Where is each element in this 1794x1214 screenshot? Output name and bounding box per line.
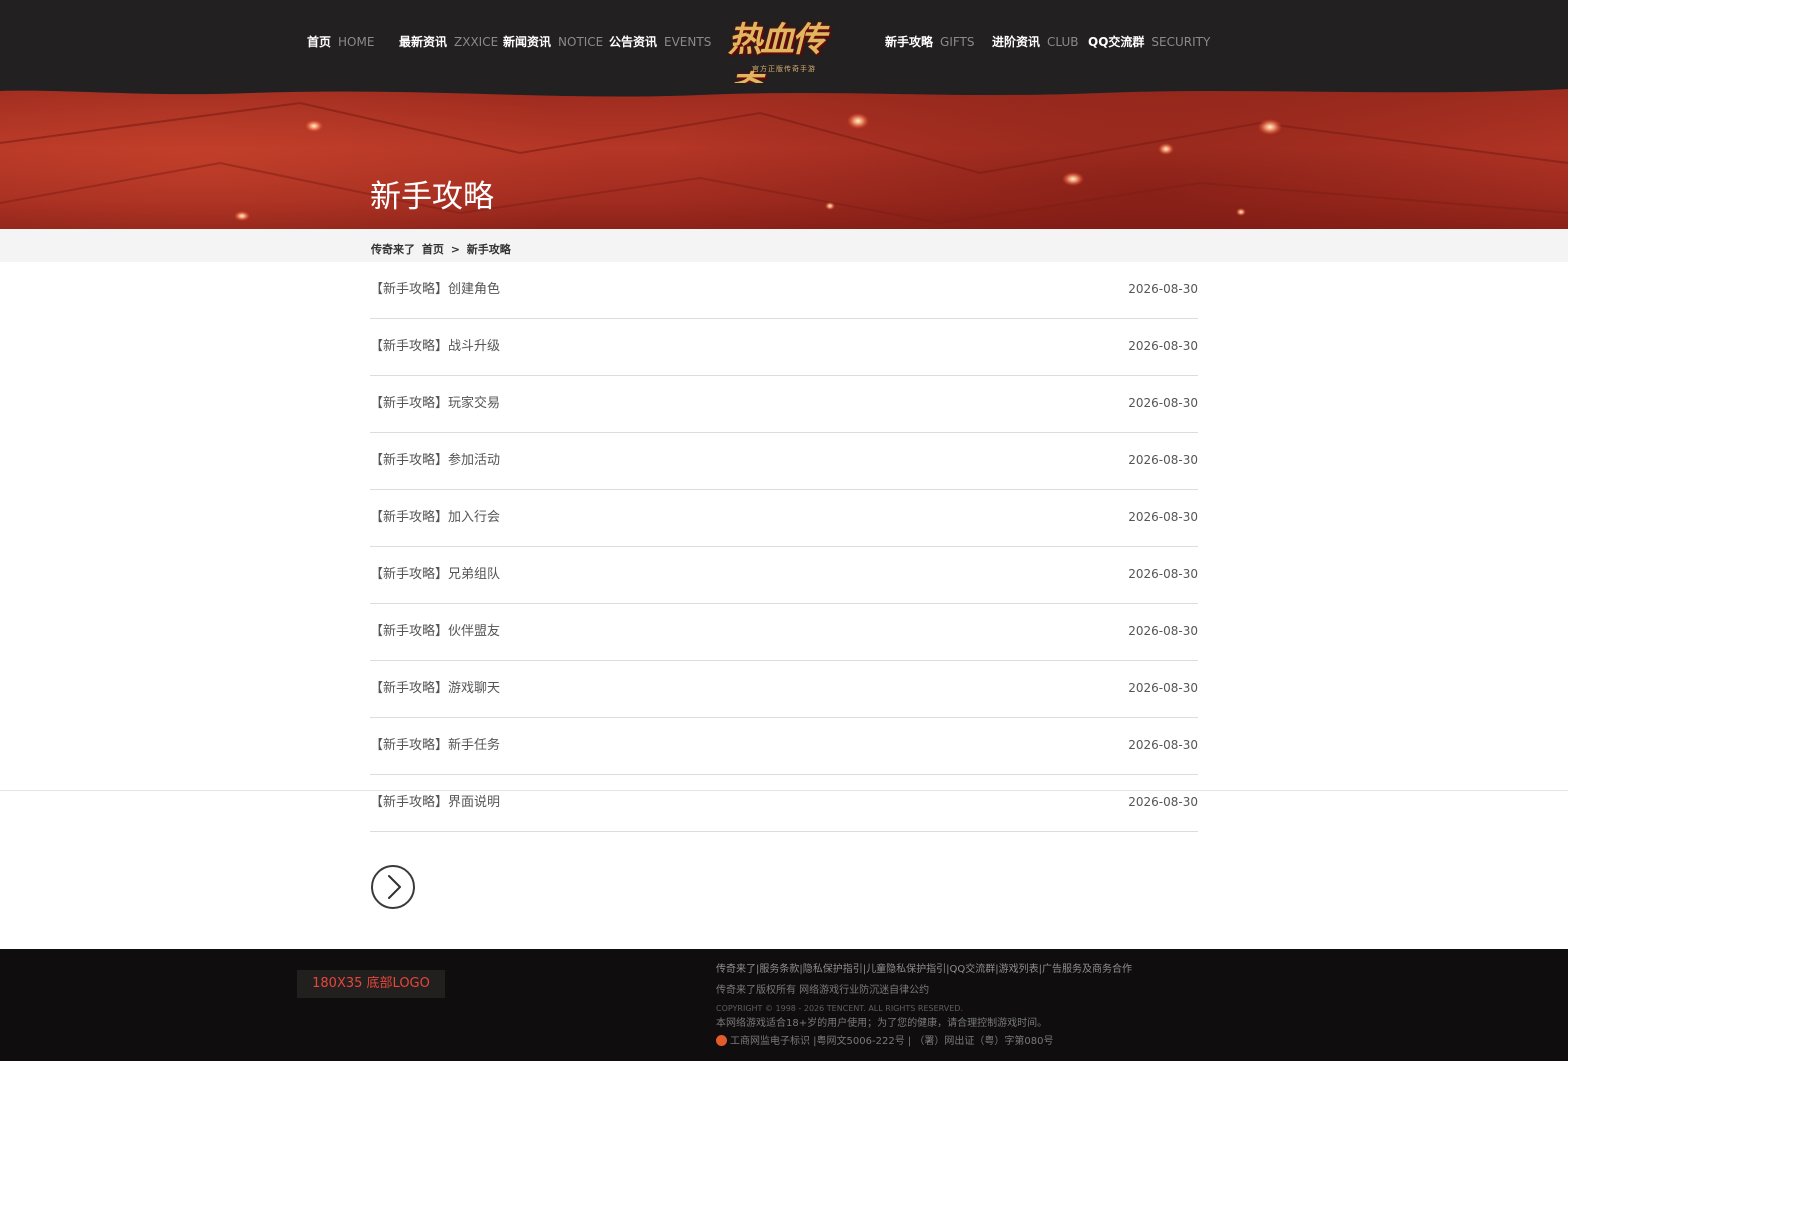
- breadcrumb-bar: 传奇来了 首页 > 新手攻略: [0, 229, 1568, 262]
- nav-label-en: HOME: [338, 35, 375, 49]
- next-page-button[interactable]: [371, 865, 415, 909]
- section-divider: [0, 790, 1568, 791]
- nav-label-cn: 进阶资讯: [992, 35, 1041, 49]
- nav-item-qq-group[interactable]: QQ交流群 SECURITY: [1088, 34, 1210, 50]
- list-item[interactable]: 【新手攻略】伙伴盟友 2026-08-30: [370, 604, 1198, 661]
- article-title[interactable]: 【新手攻略】创建角色: [370, 282, 500, 298]
- breadcrumb-site[interactable]: 传奇来了: [371, 243, 415, 256]
- chevron-right-icon: [388, 875, 401, 899]
- logo-subtext: 官方正版传奇手游: [752, 65, 816, 73]
- list-item[interactable]: 【新手攻略】新手任务 2026-08-30: [370, 718, 1198, 775]
- list-item[interactable]: 【新手攻略】加入行会 2026-08-30: [370, 490, 1198, 547]
- breadcrumb-current: 新手攻略: [466, 243, 511, 256]
- article-title[interactable]: 【新手攻略】兄弟组队: [370, 567, 500, 583]
- article-title[interactable]: 【新手攻略】加入行会: [370, 510, 500, 526]
- article-date: 2026-08-30: [1128, 510, 1198, 524]
- article-title[interactable]: 【新手攻略】伙伴盟友: [370, 624, 500, 640]
- article-title[interactable]: 【新手攻略】参加活动: [370, 453, 500, 469]
- nav-label-cn: 首页: [307, 35, 332, 49]
- footer-copyright-en: COPYRIGHT © 1998 - 2026 TENCENT. ALL RIG…: [716, 1004, 963, 1013]
- footer-copyright-cn: 传奇来了版权所有 网络游戏行业防沉迷自律公约: [716, 985, 930, 996]
- nav-item-latest[interactable]: 最新资讯 ZXXICE: [399, 34, 498, 50]
- article-title[interactable]: 【新手攻略】游戏聊天: [370, 681, 500, 697]
- nav-item-announcements[interactable]: 公告资讯 EVENTS: [609, 34, 711, 50]
- nav-item-beginner-guide[interactable]: 新手攻略 GIFTS: [885, 34, 975, 50]
- nav-label-cn: 新手攻略: [885, 35, 934, 49]
- list-item[interactable]: 【新手攻略】界面说明 2026-08-30: [370, 775, 1198, 832]
- nav-label-en: NOTICE: [558, 35, 604, 49]
- nav-label-en: EVENTS: [664, 35, 712, 49]
- footer-license-text[interactable]: 工商网监电子标识 |粤网文5006-222号 | （署）网出证（粤）字第080号: [730, 1036, 1054, 1047]
- top-navigation-bar: 首页 HOME 最新资讯 ZXXICE 新闻资讯 NOTICE 公告资讯 EVENTS …: [0, 0, 1568, 109]
- police-badge-icon: [716, 1035, 727, 1046]
- article-title[interactable]: 【新手攻略】界面说明: [370, 795, 500, 811]
- list-item[interactable]: 【新手攻略】兄弟组队 2026-08-30: [370, 547, 1198, 604]
- article-title[interactable]: 【新手攻略】新手任务: [370, 738, 500, 754]
- article-date: 2026-08-30: [1128, 396, 1198, 410]
- breadcrumb-separator: >: [450, 243, 460, 256]
- nav-item-home[interactable]: 首页 HOME: [307, 34, 374, 50]
- list-item[interactable]: 【新手攻略】参加活动 2026-08-30: [370, 433, 1198, 490]
- nav-label-cn: 公告资讯: [609, 35, 658, 49]
- banner-background-art: [0, 83, 1568, 225]
- footer-logo-placeholder: 180X35 底部LOGO: [297, 970, 445, 998]
- page-footer: 180X35 底部LOGO 传奇来了|服务条款|隐私保护指引|儿童隐私保护指引|…: [0, 949, 1568, 1061]
- list-item[interactable]: 【新手攻略】创建角色 2026-08-30: [370, 262, 1198, 319]
- page-banner: 新手攻略: [0, 83, 1568, 229]
- nav-label-cn: 新闻资讯: [503, 35, 552, 49]
- footer-links[interactable]: 传奇来了|服务条款|隐私保护指引|儿童隐私保护指引|QQ交流群|游戏列表|广告服…: [716, 964, 1132, 976]
- page-title: 新手攻略: [370, 179, 494, 215]
- article-date: 2026-08-30: [1128, 681, 1198, 695]
- article-list: 【新手攻略】创建角色 2026-08-30 【新手攻略】战斗升级 2026-08…: [370, 262, 1198, 832]
- breadcrumb: 传奇来了 首页 > 新手攻略: [371, 243, 514, 257]
- list-item[interactable]: 【新手攻略】战斗升级 2026-08-30: [370, 319, 1198, 376]
- nav-label-en: ZXXICE: [454, 35, 499, 49]
- article-date: 2026-08-30: [1128, 282, 1198, 296]
- article-date: 2026-08-30: [1128, 567, 1198, 581]
- nav-label-cn: 最新资讯: [399, 35, 448, 49]
- article-date: 2026-08-30: [1128, 624, 1198, 638]
- nav-label-en: GIFTS: [940, 35, 975, 49]
- site-logo[interactable]: 热血传奇 官方正版传奇手游: [722, 4, 840, 109]
- nav-item-news[interactable]: 新闻资讯 NOTICE: [503, 34, 603, 50]
- list-item[interactable]: 【新手攻略】玩家交易 2026-08-30: [370, 376, 1198, 433]
- footer-license: 工商网监电子标识 |粤网文5006-222号 | （署）网出证（粤）字第080号: [716, 1035, 1054, 1048]
- nav-item-advanced[interactable]: 进阶资讯 CLUB: [992, 34, 1079, 50]
- footer-health-notice: 本网络游戏适合18+岁的用户使用；为了您的健康，请合理控制游戏时间。: [716, 1018, 1048, 1029]
- article-date: 2026-08-30: [1128, 795, 1198, 809]
- nav-label-cn: QQ交流群: [1088, 35, 1145, 49]
- article-date: 2026-08-30: [1128, 738, 1198, 752]
- nav-label-en: CLUB: [1047, 35, 1079, 49]
- article-date: 2026-08-30: [1128, 339, 1198, 353]
- nav-label-en: SECURITY: [1151, 35, 1211, 49]
- list-item[interactable]: 【新手攻略】游戏聊天 2026-08-30: [370, 661, 1198, 718]
- article-title[interactable]: 【新手攻略】玩家交易: [370, 396, 500, 412]
- breadcrumb-home[interactable]: 首页: [422, 243, 444, 256]
- article-title[interactable]: 【新手攻略】战斗升级: [370, 339, 500, 355]
- article-date: 2026-08-30: [1128, 453, 1198, 467]
